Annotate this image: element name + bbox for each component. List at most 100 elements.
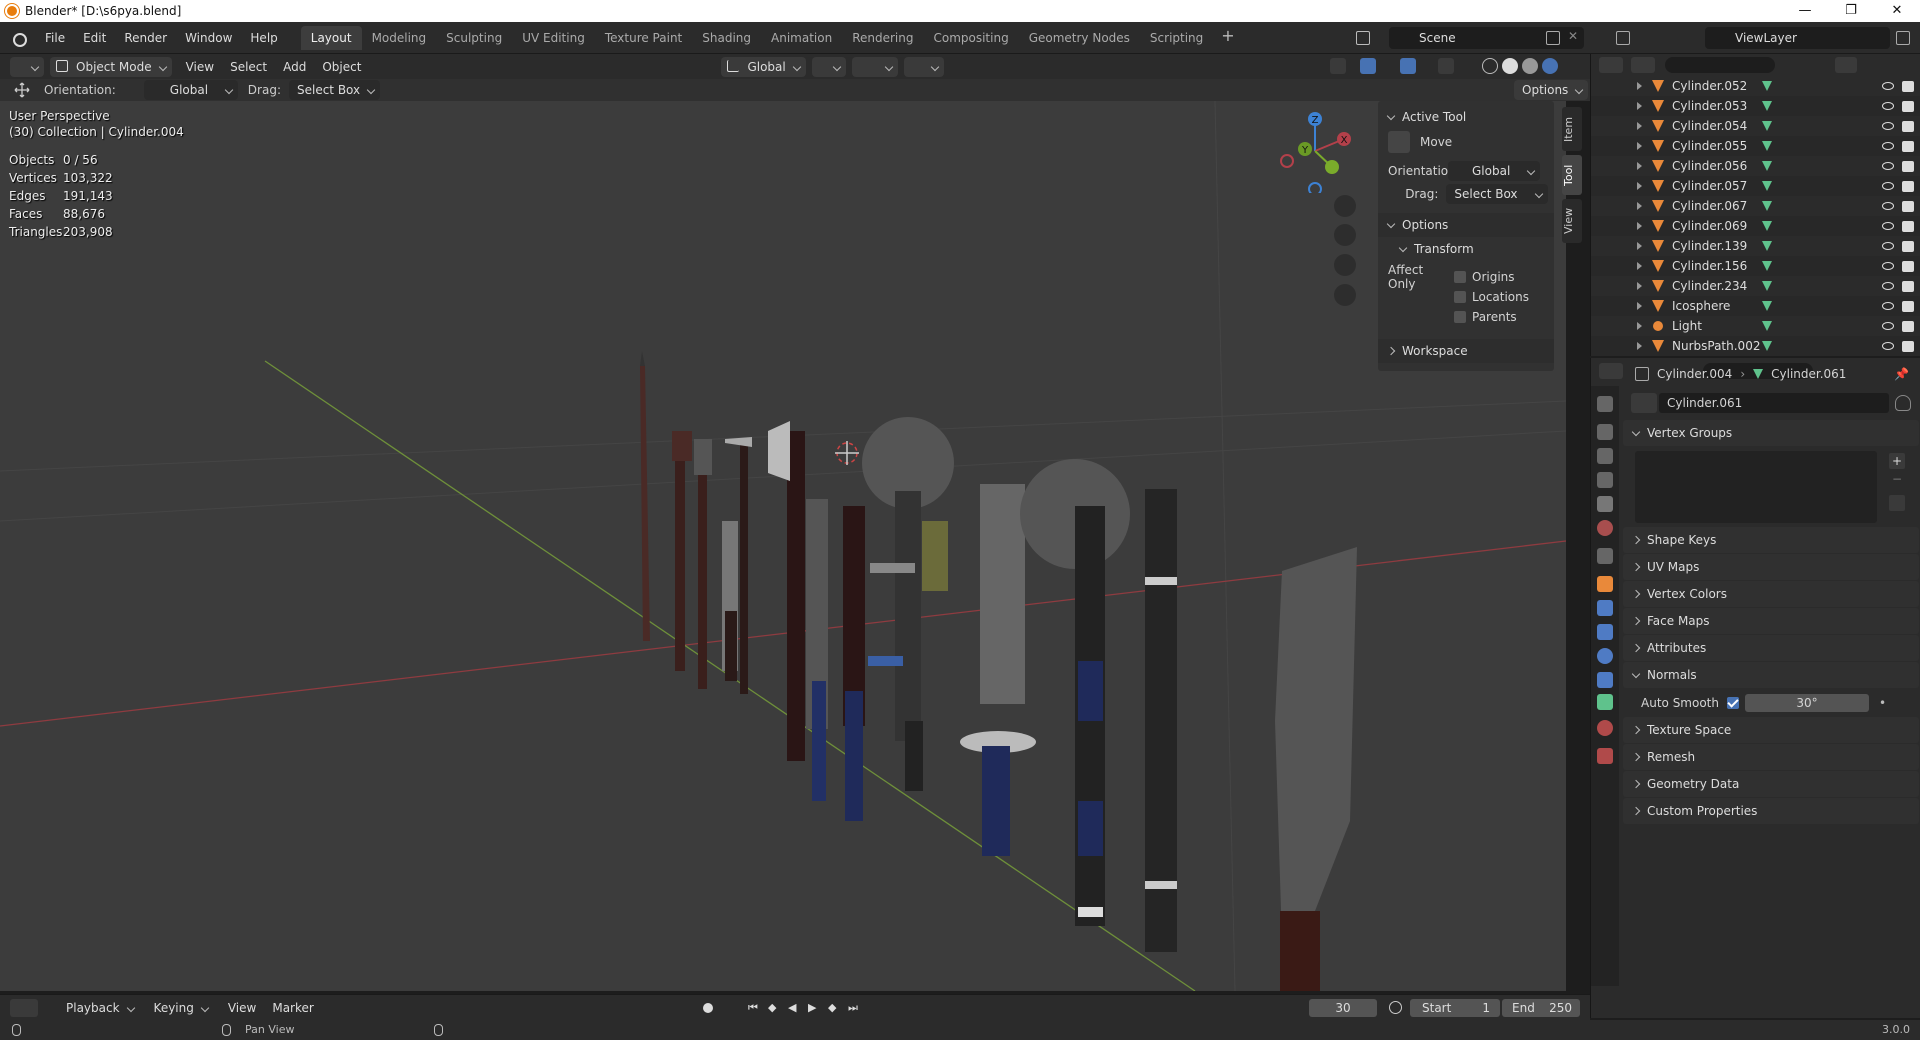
options-dropdown[interactable]: Options bbox=[1514, 80, 1589, 100]
render-camera-icon[interactable] bbox=[1902, 241, 1914, 252]
camera-view-icon[interactable] bbox=[1334, 254, 1356, 276]
end-frame-field[interactable]: End 250 bbox=[1502, 999, 1580, 1017]
menu-view[interactable]: View bbox=[178, 60, 222, 74]
normals-header[interactable]: Normals bbox=[1623, 662, 1919, 688]
collection-tab-icon[interactable] bbox=[1597, 548, 1613, 564]
visibility-eye-icon[interactable] bbox=[1882, 182, 1894, 190]
section-header[interactable]: Attributes bbox=[1623, 635, 1919, 661]
transform-orientation-dropdown[interactable]: Global bbox=[721, 56, 806, 77]
new-scene-icon[interactable] bbox=[1546, 31, 1560, 45]
expand-arrow-icon[interactable] bbox=[1637, 322, 1642, 330]
timeline-view-menu[interactable]: View bbox=[220, 1001, 264, 1015]
tab-tool[interactable]: Tool bbox=[1562, 155, 1582, 195]
locations-checkbox[interactable] bbox=[1454, 291, 1466, 303]
mesh-data-icon[interactable] bbox=[1762, 120, 1774, 132]
minimize-button[interactable]: — bbox=[1782, 0, 1828, 22]
pin-icon[interactable]: 📌 bbox=[1894, 367, 1909, 381]
particles-tab-icon[interactable] bbox=[1597, 624, 1613, 640]
expand-arrow-icon[interactable] bbox=[1637, 262, 1642, 270]
vertex-group-menu-button[interactable] bbox=[1889, 495, 1905, 511]
editor-type-dropdown[interactable] bbox=[1599, 363, 1623, 379]
auto-smooth-angle-field[interactable]: 30° bbox=[1745, 694, 1869, 712]
visibility-eye-icon[interactable] bbox=[1882, 342, 1894, 350]
data-name-field[interactable]: Cylinder.061 bbox=[1659, 393, 1889, 413]
overlay-toggle-icon[interactable] bbox=[1400, 58, 1416, 74]
section-header[interactable]: Shape Keys bbox=[1623, 527, 1919, 553]
perspective-toggle-icon[interactable] bbox=[1334, 284, 1356, 306]
editor-type-dropdown[interactable] bbox=[10, 56, 44, 77]
visibility-eye-icon[interactable] bbox=[1882, 202, 1894, 210]
drag-dropdown[interactable]: Select Box bbox=[1446, 184, 1548, 204]
light-data-icon[interactable] bbox=[1762, 320, 1774, 332]
mesh-data-icon[interactable] bbox=[1762, 180, 1774, 192]
expand-arrow-icon[interactable] bbox=[1637, 202, 1642, 210]
proportional-edit-dropdown[interactable] bbox=[903, 56, 944, 77]
expand-arrow-icon[interactable] bbox=[1637, 182, 1642, 190]
render-camera-icon[interactable] bbox=[1902, 121, 1914, 132]
menu-object[interactable]: Object bbox=[314, 60, 369, 74]
outliner-search-input[interactable] bbox=[1665, 57, 1775, 73]
outliner-row[interactable]: Cylinder.234 bbox=[1591, 276, 1920, 296]
marker-menu[interactable]: Marker bbox=[264, 1001, 321, 1015]
add-vertex-group-button[interactable]: + bbox=[1889, 453, 1905, 469]
section-header[interactable]: Geometry Data bbox=[1623, 771, 1919, 797]
play-icon[interactable]: ▶ bbox=[808, 1001, 816, 1014]
close-button[interactable]: ✕ bbox=[1874, 0, 1920, 22]
maximize-button[interactable]: ❐ bbox=[1828, 0, 1874, 22]
mesh-data-icon[interactable] bbox=[1762, 100, 1774, 112]
section-header[interactable]: Face Maps bbox=[1623, 608, 1919, 634]
mesh-data-icon[interactable] bbox=[1762, 140, 1774, 152]
tool-tab-icon[interactable] bbox=[1597, 396, 1613, 412]
render-camera-icon[interactable] bbox=[1902, 261, 1914, 272]
navigation-gizmo[interactable]: Z X Y bbox=[1272, 109, 1362, 193]
section-header[interactable]: Texture Space bbox=[1623, 717, 1919, 743]
outliner-row[interactable]: Cylinder.139 bbox=[1591, 236, 1920, 256]
visibility-eye-icon[interactable] bbox=[1882, 282, 1894, 290]
section-header[interactable]: Custom Properties bbox=[1623, 798, 1919, 824]
visibility-eye-icon[interactable] bbox=[1882, 142, 1894, 150]
tab-compositing[interactable]: Compositing bbox=[923, 26, 1018, 50]
section-header[interactable]: Vertex Colors bbox=[1623, 581, 1919, 607]
tab-modeling[interactable]: Modeling bbox=[362, 26, 437, 50]
active-tool-row[interactable]: Move bbox=[1378, 129, 1554, 155]
menu-add[interactable]: Add bbox=[275, 60, 314, 74]
orientation-dropdown[interactable]: Global bbox=[143, 80, 238, 100]
output-tab-icon[interactable] bbox=[1597, 448, 1613, 464]
mesh-data-icon[interactable] bbox=[1762, 340, 1774, 352]
render-camera-icon[interactable] bbox=[1902, 341, 1914, 352]
constraints-tab-icon[interactable] bbox=[1597, 672, 1613, 688]
render-tab-icon[interactable] bbox=[1597, 424, 1613, 440]
pivot-point-dropdown[interactable] bbox=[811, 56, 846, 77]
mesh-data-icon[interactable] bbox=[1762, 160, 1774, 172]
tab-layout[interactable]: Layout bbox=[300, 25, 362, 50]
expand-arrow-icon[interactable] bbox=[1637, 302, 1642, 310]
section-header[interactable]: UV Maps bbox=[1623, 554, 1919, 580]
outliner-row[interactable]: Light bbox=[1591, 316, 1920, 336]
workspace-header[interactable]: Workspace bbox=[1378, 339, 1554, 363]
mesh-data-icon[interactable] bbox=[1762, 240, 1774, 252]
mesh-data-icon[interactable] bbox=[1762, 280, 1774, 292]
expand-arrow-icon[interactable] bbox=[1637, 142, 1642, 150]
record-icon[interactable] bbox=[703, 1003, 713, 1013]
visibility-icon[interactable] bbox=[1330, 58, 1346, 74]
vertex-groups-header[interactable]: Vertex Groups bbox=[1623, 420, 1919, 446]
outliner-row[interactable]: Cylinder.056 bbox=[1591, 156, 1920, 176]
data-browse-dropdown[interactable] bbox=[1631, 393, 1657, 413]
jump-end-icon[interactable]: ⏭ bbox=[848, 1001, 858, 1015]
vertex-group-listbox[interactable] bbox=[1635, 451, 1877, 523]
outliner-row[interactable]: Cylinder.067 bbox=[1591, 196, 1920, 216]
view-layer-tab-icon[interactable] bbox=[1597, 472, 1613, 488]
outliner-row[interactable]: Cylinder.069 bbox=[1591, 216, 1920, 236]
mesh-data-icon[interactable] bbox=[1762, 300, 1774, 312]
expand-arrow-icon[interactable] bbox=[1637, 162, 1642, 170]
object-tab-icon[interactable] bbox=[1597, 576, 1613, 592]
visibility-eye-icon[interactable] bbox=[1882, 222, 1894, 230]
rendered-shading-icon[interactable] bbox=[1542, 58, 1558, 74]
next-keyframe-icon[interactable]: ◆ bbox=[828, 1001, 836, 1014]
outliner-row[interactable]: Cylinder.053 bbox=[1591, 96, 1920, 116]
expand-arrow-icon[interactable] bbox=[1637, 102, 1642, 110]
new-view-layer-icon[interactable] bbox=[1896, 31, 1910, 45]
menu-render[interactable]: Render bbox=[115, 22, 176, 54]
solid-shading-icon[interactable] bbox=[1502, 58, 1518, 74]
tab-scripting[interactable]: Scripting bbox=[1140, 26, 1213, 50]
